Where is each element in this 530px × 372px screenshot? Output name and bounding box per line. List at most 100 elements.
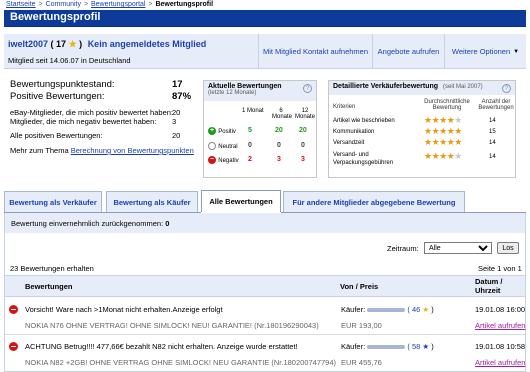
buyer-name-link[interactable] — [367, 345, 406, 350]
negative-rating-icon — [9, 305, 18, 314]
criteria-communication: Kommunikation — [333, 129, 375, 135]
recent-ratings-title: Aktuelle Bewertungen — [208, 83, 282, 90]
go-button[interactable]: Los — [497, 242, 519, 254]
tab-all-reviews[interactable]: Alle Bewertungen — [201, 190, 281, 212]
breadcrumb-home-link[interactable]: Startseite — [6, 1, 36, 8]
buyer-score[interactable]: ( 58 — [407, 342, 420, 351]
breadcrumb-community-link[interactable]: Community — [46, 1, 81, 8]
page-indicator: Seite 1 von 1 — [478, 264, 522, 273]
recent-ratings-box: Aktuelle Bewertungen (letzte 12 Monate) … — [203, 80, 317, 178]
review-buyer: Käufer: ( 58 ★ ) — [341, 342, 434, 351]
negative-rating-icon — [9, 342, 18, 351]
view-item-link[interactable]: Artikel aufrufen — [475, 358, 525, 367]
count-described: 14 — [489, 118, 496, 124]
tab-as-buyer[interactable]: Bewertung als Käufer — [106, 191, 198, 212]
withdrawn-info: Bewertung einvernehmlich zurückgenommen:… — [11, 219, 169, 228]
member-since: Mitglied seit 14.06.07 in Deutschland — [8, 56, 131, 65]
member-name-link[interactable]: iwelt2007 — [8, 39, 48, 49]
buyer-score-close: ) — [431, 342, 434, 351]
breadcrumb-separator: > — [83, 1, 89, 8]
criteria-shipping-fees-line2: Verpackungsgebühren — [333, 160, 394, 166]
star-rating: ★★★★★ — [424, 126, 462, 136]
review-item: NOKIA N82 +2GB! OHNE VERTRAG OHNE SIMLOC… — [25, 358, 337, 367]
criteria-shipping-fees: Versand- und Verpackungsgebühren — [333, 151, 393, 167]
count-shipping-fees: 14 — [489, 154, 496, 160]
positive-1m[interactable]: 5 — [248, 127, 252, 134]
withdrawn-label: Bewertung einvernehmlich zurückgenommen: — [11, 219, 164, 228]
buyer-name-link[interactable] — [367, 308, 406, 313]
chevron-down-icon: ▼ — [513, 48, 520, 55]
buyer-label: Käufer: — [341, 305, 366, 314]
count-shipping-time: 14 — [489, 140, 496, 146]
help-icon[interactable]: ? — [303, 84, 312, 93]
neg-members-label: Mitglieder, die mich negativ bewertet ha… — [10, 117, 157, 126]
buyer-score-close: ) — [431, 305, 434, 314]
view-offers-button[interactable]: Angebote aufrufen — [372, 34, 444, 69]
review-buyer: Käufer: ( 46 ★ ) — [341, 305, 434, 314]
row-divider — [5, 334, 525, 335]
list-header: Bewertungen Von / Preis Datum / Uhrzeit — [5, 275, 525, 297]
negative-1m[interactable]: 2 — [248, 156, 252, 163]
all-pos-value: 20 — [172, 131, 181, 140]
tab-as-seller[interactable]: Bewertung als Verkäufer — [4, 191, 102, 212]
help-icon[interactable]: ? — [502, 84, 511, 93]
member-strip: iwelt2007 ( 17 ★ ) Kein angemeldetes Mit… — [4, 34, 526, 69]
review-item: NOKIA N76 OHNE VERTRAG! OHNE SIMLOCK! NE… — [25, 321, 319, 330]
neutral-6m[interactable]: 0 — [277, 142, 281, 149]
date-col-header: Datum / Uhrzeit — [475, 277, 503, 295]
withdrawn-value: 0 — [165, 219, 170, 228]
avg-col-header-line2: Bewertung — [432, 105, 462, 111]
star-rating: ★★★★★ — [424, 137, 462, 147]
detailed-ratings-header: Detaillierte Verkäuferbewertung (seit Ma… — [329, 81, 515, 95]
neutral-icon — [208, 141, 216, 150]
contact-member-button[interactable]: Mit Mitglied Kontakt aufnehmen — [258, 34, 372, 69]
neutral-12m[interactable]: 0 — [301, 142, 305, 149]
positive-label: Positive Bewertungen: — [10, 91, 105, 102]
reviews-col-header: Bewertungen — [25, 282, 73, 291]
member-score[interactable]: ( 17 — [51, 39, 67, 49]
positive-12m[interactable]: 20 — [299, 127, 307, 134]
positive-row: + Positiv — [208, 126, 236, 135]
breadcrumb-current: Bewertungsprofil — [155, 1, 214, 8]
neutral-row: Neutral — [208, 141, 238, 150]
from-price-col-header: Von / Preis — [340, 282, 379, 291]
negative-6m[interactable]: 3 — [277, 156, 281, 163]
negative-12m[interactable]: 3 — [301, 156, 305, 163]
more-options-label: Weitere Optionen — [451, 47, 511, 56]
negative-row-label: Negativ — [218, 158, 239, 164]
yellow-star-icon: ★ — [422, 305, 430, 314]
points-label: Bewertungspunktestand: — [10, 79, 115, 90]
tab-given-reviews[interactable]: Für andere Mitglieder abgegebene Bewertu… — [283, 191, 465, 212]
star-rating: ★★★★★ — [424, 151, 462, 161]
negative-icon: − — [208, 155, 216, 164]
review-comment: Vorsicht! Ware nach >1Monat nicht erhalt… — [25, 305, 223, 314]
avg-col-header: Durchschnittliche Bewertung — [419, 99, 475, 111]
col-6-months-unit: Monate — [272, 114, 293, 120]
review-price: EUR 455,76 — [341, 358, 382, 367]
points-calculation-link[interactable]: Berechnung von Bewertungspunkten — [71, 146, 194, 155]
breadcrumb-separator: > — [148, 1, 153, 8]
positive-value: 87% — [172, 91, 192, 102]
col-6-months: 6 Monate — [272, 108, 293, 120]
page-title: Bewertungsprofil — [10, 11, 101, 23]
period-select[interactable]: Alle — [424, 242, 492, 254]
positive-icon: + — [208, 126, 216, 135]
pos-members-value: 20 — [172, 108, 181, 117]
view-item-link[interactable]: Artikel aufrufen — [475, 321, 525, 330]
criteria-shipping-fees-line1: Versand- und — [333, 152, 369, 158]
more-options-button[interactable]: Weitere Optionen ▼ — [444, 34, 526, 69]
positive-6m[interactable]: 20 — [275, 127, 283, 134]
detailed-ratings-box: Detaillierte Verkäuferbewertung (seit Ma… — [328, 80, 516, 178]
buyer-label: Käufer: — [341, 342, 366, 351]
breadcrumb-separator: > — [38, 1, 43, 8]
recent-ratings-subtitle: (letzte 12 Monate) — [208, 90, 257, 96]
all-pos-label: Alle positiven Bewertungen: — [10, 131, 103, 140]
buyer-score[interactable]: ( 46 — [407, 305, 420, 314]
review-count: 23 Bewertungen erhalten — [10, 264, 94, 273]
breadcrumb-portal-link[interactable]: Bewertungsportal — [91, 1, 145, 8]
negative-row: − Negativ — [208, 155, 239, 164]
date-col-header-line2: Uhrzeit — [475, 286, 501, 295]
page-title-bar: Bewertungsprofil — [4, 10, 526, 27]
neutral-1m[interactable]: 0 — [248, 142, 252, 149]
period-label: Zeitraum: — [387, 244, 419, 253]
